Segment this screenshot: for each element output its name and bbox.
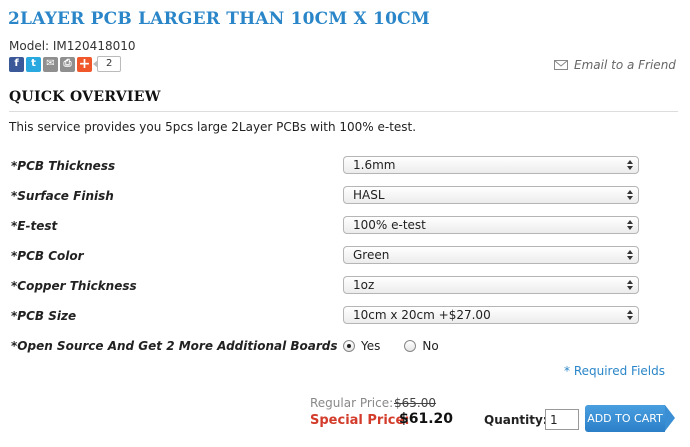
select-pcb-thickness[interactable]: 1.6mm <box>343 156 639 174</box>
facebook-icon[interactable]: f <box>9 56 24 72</box>
option-label-surface-finish: *Surface Finish <box>11 189 114 203</box>
select-value: Green <box>353 248 390 262</box>
select-value: 100% e-test <box>353 218 426 232</box>
option-label-e-test: *E-test <box>11 219 58 233</box>
print-icon[interactable]: ⎙ <box>60 56 75 72</box>
quantity-input[interactable] <box>545 409 579 430</box>
select-arrows-icon <box>626 189 634 201</box>
plus-icon[interactable]: + <box>77 56 92 72</box>
select-surface-finish[interactable]: HASL <box>343 186 639 204</box>
email-to-friend-label: Email to a Friend <box>574 58 676 72</box>
required-fields-note: * Required Fields <box>564 364 665 378</box>
select-copper-thickness[interactable]: 1oz <box>343 276 639 294</box>
select-value: 10cm x 20cm +$27.00 <box>353 308 491 322</box>
share-bar: f t ✉ ⎙ + 2 <box>9 56 122 72</box>
option-label-pcb-thickness: *PCB Thickness <box>11 159 116 173</box>
select-e-test[interactable]: 100% e-test <box>343 216 639 234</box>
email-icon[interactable]: ✉ <box>43 56 58 72</box>
product-model: Model: IM120418010 <box>9 39 136 53</box>
quantity-label: Quantity: <box>484 413 548 427</box>
open-source-radio-group: Yes No <box>343 339 439 353</box>
regular-price-label: Regular Price: <box>310 396 394 410</box>
overview-description: This service provides you 5pcs large 2La… <box>9 120 417 134</box>
select-pcb-color[interactable]: Green <box>343 246 639 264</box>
option-label-copper-thickness: *Copper Thickness <box>11 279 137 293</box>
add-to-cart-button[interactable]: ADD TO CART <box>585 405 675 432</box>
regular-price-value: $65.00 <box>394 396 436 410</box>
share-count: 2 <box>92 56 122 72</box>
select-value: 1oz <box>353 278 375 292</box>
product-title: 2LAYER PCB LARGER THAN 10CM X 10CM <box>8 9 430 29</box>
option-label-pcb-size: *PCB Size <box>11 309 77 323</box>
select-arrows-icon <box>626 249 634 261</box>
special-price-label: Special Price: <box>310 413 410 428</box>
select-value: 1.6mm <box>353 158 396 172</box>
select-value: HASL <box>353 188 385 202</box>
twitter-icon[interactable]: t <box>26 56 41 72</box>
select-arrows-icon <box>626 219 634 231</box>
option-label-open-source: *Open Source And Get 2 More Additional B… <box>11 339 338 353</box>
quick-overview-heading: QUICK OVERVIEW <box>9 89 161 105</box>
divider <box>9 111 678 112</box>
option-label-pcb-color: *PCB Color <box>11 249 84 263</box>
select-arrows-icon <box>626 159 634 171</box>
radio-no-label: No <box>422 339 439 353</box>
radio-no[interactable] <box>404 340 417 352</box>
radio-yes[interactable] <box>343 340 355 352</box>
select-arrows-icon <box>626 279 634 291</box>
envelope-icon <box>554 60 568 70</box>
select-pcb-size[interactable]: 10cm x 20cm +$27.00 <box>343 306 639 324</box>
special-price-value: $61.20 <box>399 411 454 427</box>
email-to-friend-link[interactable]: Email to a Friend <box>554 58 676 72</box>
select-arrows-icon <box>626 309 634 321</box>
radio-yes-label: Yes <box>361 339 381 353</box>
